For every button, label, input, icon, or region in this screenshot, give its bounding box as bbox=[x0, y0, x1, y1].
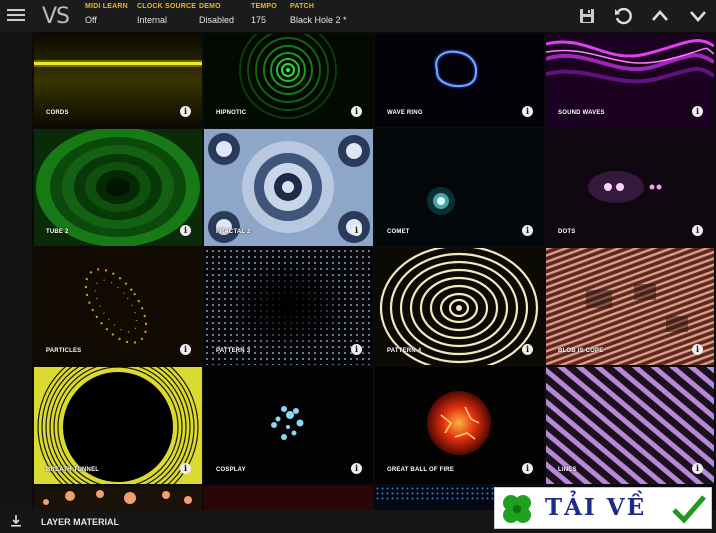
patch-field[interactable]: PATCH Black Hole 2 * bbox=[290, 3, 347, 25]
chevron-up-icon[interactable] bbox=[650, 6, 670, 26]
patch-label: PATCH bbox=[290, 3, 315, 10]
preset-name: CORDS bbox=[46, 110, 69, 116]
preset-tile-partial-1[interactable] bbox=[34, 486, 202, 510]
clover-icon bbox=[503, 495, 531, 523]
midi-learn-field[interactable]: MIDI LEARN Off bbox=[85, 3, 128, 25]
preset-name: SOUND WAVES bbox=[558, 110, 605, 116]
preset-name: PATTERN 4 bbox=[387, 348, 422, 354]
top-bar: VS MIDI LEARN Off CLOCK SOURCE Internal … bbox=[0, 0, 716, 32]
info-icon[interactable]: i bbox=[692, 463, 703, 474]
save-icon[interactable] bbox=[577, 6, 597, 26]
info-icon[interactable]: i bbox=[522, 463, 533, 474]
info-icon[interactable]: i bbox=[692, 106, 703, 117]
menu-icon[interactable] bbox=[7, 9, 25, 22]
preset-name: BREATH TUNNEL bbox=[46, 467, 100, 473]
preset-name: PATTERN 3 bbox=[216, 348, 251, 354]
preset-tile-pattern-4[interactable]: PATTERN 4 i bbox=[375, 248, 544, 365]
preset-tile-lines[interactable]: LINES i bbox=[546, 367, 714, 484]
info-icon[interactable]: i bbox=[180, 463, 191, 474]
preset-tile-blob-is-cope[interactable]: BLOB IS COPE i bbox=[546, 248, 714, 365]
watermark-text: TẢI VỀ bbox=[545, 494, 647, 521]
clock-source-label: CLOCK SOURCE bbox=[137, 3, 197, 10]
preset-tile-comet[interactable]: COMET i bbox=[375, 129, 544, 246]
preset-name: LINES bbox=[558, 467, 577, 473]
preset-tile-breath-tunnel[interactable]: BREATH TUNNEL i bbox=[34, 367, 202, 484]
preset-name: FRACTAL 2 bbox=[216, 229, 251, 235]
reset-icon[interactable] bbox=[613, 6, 633, 26]
download-icon[interactable] bbox=[10, 514, 22, 528]
preset-name: GREAT BALL OF FIRE bbox=[387, 467, 455, 473]
preset-tile-cosplay[interactable]: COSPLAY i bbox=[204, 367, 373, 484]
info-icon[interactable]: i bbox=[351, 106, 362, 117]
preset-tile-pattern-3[interactable]: PATTERN 3 i bbox=[204, 248, 373, 365]
preset-tile-partial-2[interactable] bbox=[204, 486, 373, 510]
info-icon[interactable]: i bbox=[180, 106, 191, 117]
info-icon[interactable]: i bbox=[351, 225, 362, 236]
info-icon[interactable]: i bbox=[351, 344, 362, 355]
demo-label: DEMO bbox=[199, 3, 221, 10]
preset-tile-dots[interactable]: DOTS i bbox=[546, 129, 714, 246]
tempo-value: 175 bbox=[251, 15, 267, 25]
preset-thumbnail bbox=[34, 486, 202, 510]
preset-tile-particles[interactable]: PARTICLES i bbox=[34, 248, 202, 365]
info-icon[interactable]: i bbox=[522, 344, 533, 355]
preset-tile-fractal-2[interactable]: FRACTAL 2 i bbox=[204, 129, 373, 246]
preset-name: DOTS bbox=[558, 229, 576, 235]
info-icon[interactable]: i bbox=[692, 225, 703, 236]
preset-tile-hipnotic[interactable]: HIPNOTIC i bbox=[204, 34, 373, 127]
watermark-banner: TẢI VỀ bbox=[494, 487, 712, 529]
chevron-down-icon[interactable] bbox=[688, 6, 708, 26]
preset-name: HIPNOTIC bbox=[216, 110, 247, 116]
preset-name: COMET bbox=[387, 229, 410, 235]
sidebar bbox=[0, 32, 32, 533]
preset-thumbnail bbox=[204, 486, 373, 510]
patch-value: Black Hole 2 * bbox=[290, 15, 347, 25]
midi-learn-value: Off bbox=[85, 15, 97, 25]
preset-name: WAVE RING bbox=[387, 110, 423, 116]
preset-name: TUBE 2 bbox=[46, 229, 69, 235]
preset-tile-cords[interactable]: CORDS i bbox=[34, 34, 202, 127]
checkmark-icon bbox=[672, 495, 706, 524]
layer-material-label: LAYER MATERIAL bbox=[41, 517, 120, 527]
demo-field[interactable]: DEMO Disabled bbox=[199, 3, 234, 25]
preset-grid[interactable]: CORDS i HIPNOTIC i WAVE RING i SOUND WAV… bbox=[32, 32, 716, 510]
info-icon[interactable]: i bbox=[180, 225, 191, 236]
info-icon[interactable]: i bbox=[692, 344, 703, 355]
tempo-label: TEMPO bbox=[251, 3, 277, 10]
preset-name: PARTICLES bbox=[46, 348, 82, 354]
app-logo: VS bbox=[42, 4, 70, 29]
demo-value: Disabled bbox=[199, 15, 235, 25]
clock-source-value: Internal bbox=[137, 15, 168, 25]
preset-tile-wave-ring[interactable]: WAVE RING i bbox=[375, 34, 544, 127]
preset-tile-great-ball-of-fire[interactable]: GREAT BALL OF FIRE i bbox=[375, 367, 544, 484]
tempo-field[interactable]: TEMPO 175 bbox=[251, 3, 277, 25]
preset-tile-sound-waves[interactable]: SOUND WAVES i bbox=[546, 34, 714, 127]
info-icon[interactable]: i bbox=[522, 225, 533, 236]
info-icon[interactable]: i bbox=[522, 106, 533, 117]
clock-source-field[interactable]: CLOCK SOURCE Internal bbox=[137, 3, 196, 25]
info-icon[interactable]: i bbox=[351, 463, 362, 474]
preset-name: COSPLAY bbox=[216, 467, 246, 473]
preset-name: BLOB IS COPE bbox=[558, 348, 604, 354]
midi-learn-label: MIDI LEARN bbox=[85, 3, 128, 10]
info-icon[interactable]: i bbox=[180, 344, 191, 355]
preset-tile-tube-2[interactable]: TUBE 2 i bbox=[34, 129, 202, 246]
